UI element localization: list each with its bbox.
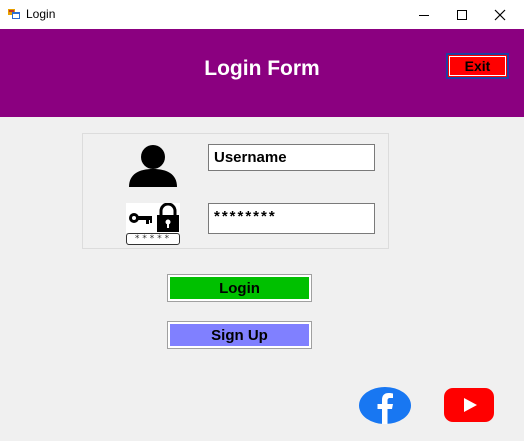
password-field[interactable]: ********: [208, 203, 375, 234]
signup-button-label: Sign Up: [211, 326, 268, 344]
user-icon: [129, 145, 177, 187]
username-field[interactable]: Username: [208, 144, 375, 171]
maximize-icon: [457, 9, 467, 20]
header-band: Login Form Exit: [0, 29, 524, 117]
signup-button[interactable]: Sign Up: [167, 321, 312, 349]
window-title: Login: [26, 7, 56, 21]
username-value: Username: [214, 149, 287, 166]
password-mask-badge: *****: [126, 233, 180, 245]
login-button[interactable]: Login: [167, 274, 312, 302]
app-window-icon: [8, 9, 20, 19]
key-lock-icon: [126, 203, 180, 233]
close-icon: [494, 9, 506, 20]
facebook-icon[interactable]: [359, 387, 411, 424]
password-value: ********: [214, 208, 277, 225]
close-window-button[interactable]: [478, 0, 522, 29]
exit-button-label: Exit: [464, 58, 491, 74]
title-bar: Login: [0, 0, 524, 30]
login-button-label: Login: [219, 279, 260, 297]
minimize-icon: [419, 14, 429, 16]
youtube-icon[interactable]: [444, 388, 494, 422]
exit-button[interactable]: Exit: [446, 53, 509, 79]
